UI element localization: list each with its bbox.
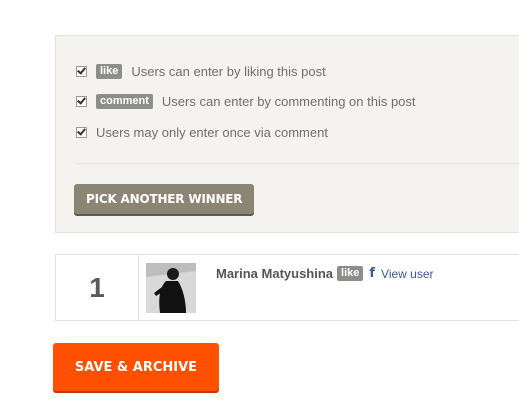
winner-like-badge: like [337,266,364,281]
once-checkbox[interactable] [76,126,87,138]
facebook-icon: f [369,266,376,281]
entry-settings-panel: like Users can enter by liking this post… [55,35,519,233]
winner-row: 1 Marina Matyushina like f View user [55,254,519,321]
winner-info: Marina Matyushina like f View user [216,266,434,281]
comment-badge: comment [96,93,153,109]
avatar [146,263,196,313]
option-like: like Users can enter by liking this post [76,62,326,80]
like-checkbox[interactable] [76,65,87,77]
option-once-label: Users may only enter once via comment [96,124,328,140]
option-comment: comment Users can enter by commenting on… [76,92,416,110]
like-badge: like [96,63,123,79]
option-like-label: Users can enter by liking this post [131,63,326,79]
option-once: Users may only enter once via comment [76,123,328,141]
view-user-link[interactable]: View user [381,267,433,281]
save-and-archive-button[interactable]: SAVE & ARCHIVE [53,343,219,391]
winner-rank: 1 [56,255,139,320]
pick-another-winner-button[interactable]: PICK ANOTHER WINNER [74,184,255,214]
user-photo-icon [146,263,196,313]
divider [76,163,519,164]
winner-name: Marina Matyushina [216,266,334,281]
option-comment-label: Users can enter by commenting on this po… [161,93,416,109]
comment-checkbox[interactable] [76,95,87,107]
